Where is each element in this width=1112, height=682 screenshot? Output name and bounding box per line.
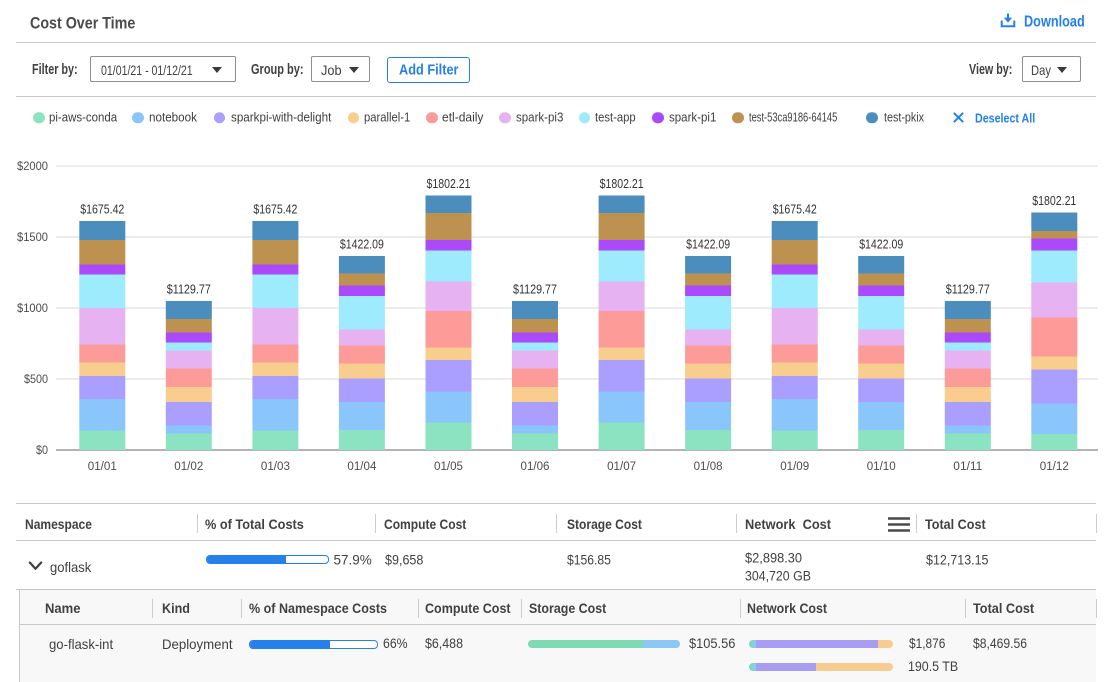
svg-text:$500: $500 bbox=[24, 372, 48, 386]
svg-text:$1802.21: $1802.21 bbox=[1032, 193, 1076, 208]
svg-text:$2000: $2000 bbox=[17, 159, 48, 173]
svg-text:$1802.21: $1802.21 bbox=[427, 176, 471, 191]
svg-text:01/09: 01/09 bbox=[780, 459, 809, 473]
svg-text:$1675.42: $1675.42 bbox=[80, 202, 124, 217]
svg-text:$1129.77: $1129.77 bbox=[513, 282, 557, 297]
svg-text:01/08: 01/08 bbox=[694, 459, 723, 473]
svg-text:01/04: 01/04 bbox=[347, 459, 376, 473]
svg-text:$1500: $1500 bbox=[17, 230, 48, 244]
svg-text:$1129.77: $1129.77 bbox=[167, 282, 211, 297]
svg-text:$1000: $1000 bbox=[17, 301, 48, 315]
svg-text:$1675.42: $1675.42 bbox=[253, 202, 297, 217]
svg-text:$1422.09: $1422.09 bbox=[859, 237, 903, 252]
svg-text:$1675.42: $1675.42 bbox=[773, 202, 817, 217]
svg-text:$0: $0 bbox=[36, 443, 48, 457]
svg-text:01/07: 01/07 bbox=[607, 459, 636, 473]
svg-text:$1129.77: $1129.77 bbox=[946, 282, 990, 297]
svg-text:$1802.21: $1802.21 bbox=[600, 176, 644, 191]
svg-text:$1422.09: $1422.09 bbox=[340, 237, 384, 252]
svg-text:01/10: 01/10 bbox=[867, 459, 896, 473]
svg-text:01/11: 01/11 bbox=[953, 459, 982, 473]
svg-text:01/12: 01/12 bbox=[1040, 459, 1069, 473]
svg-text:01/01: 01/01 bbox=[88, 459, 117, 473]
svg-text:01/02: 01/02 bbox=[174, 459, 203, 473]
svg-text:01/06: 01/06 bbox=[521, 459, 550, 473]
svg-text:01/03: 01/03 bbox=[261, 459, 290, 473]
svg-text:01/05: 01/05 bbox=[434, 459, 463, 473]
svg-text:$1422.09: $1422.09 bbox=[686, 237, 730, 252]
